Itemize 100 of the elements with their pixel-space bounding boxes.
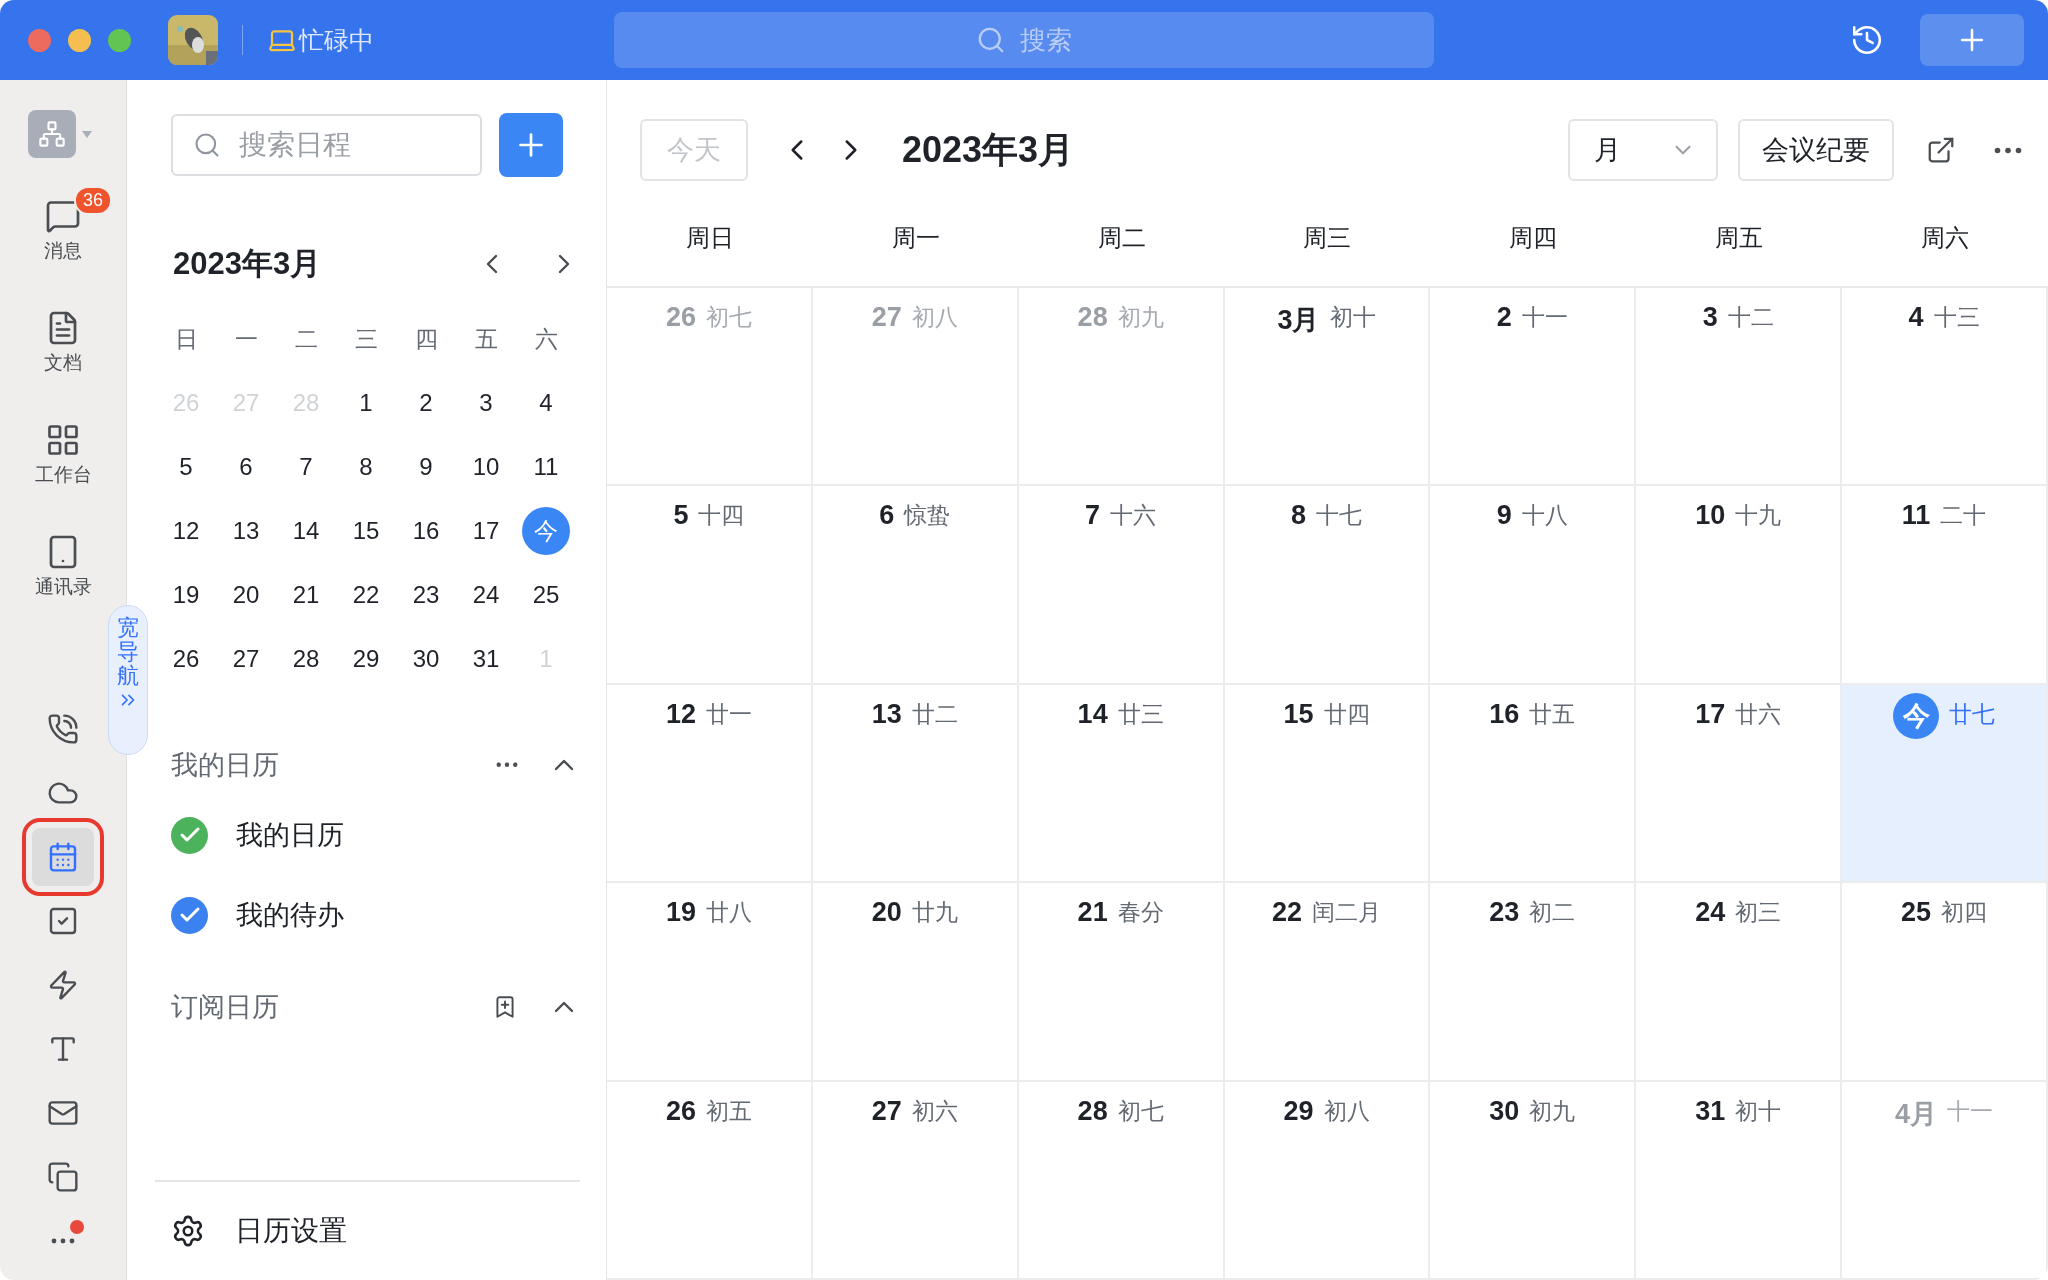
calendar-day[interactable]: 8 (342, 443, 390, 491)
calendar-day[interactable]: 30 (402, 635, 450, 683)
day-number: 今 (1893, 692, 1940, 739)
view-select[interactable]: 月 (1568, 119, 1718, 181)
more-button[interactable] (1994, 146, 2022, 154)
day-number: 17 (1695, 698, 1726, 730)
calendar-day[interactable]: 10 (462, 443, 510, 491)
calendar-day[interactable]: 29 (342, 635, 390, 683)
weekday-label: 一 (234, 324, 258, 354)
add-event-button[interactable] (499, 113, 563, 177)
calendar-day[interactable]: 2 (402, 379, 450, 427)
history-button[interactable] (1850, 23, 1884, 57)
day-number: 15 (1283, 698, 1314, 730)
calendar-day[interactable]: 22 (342, 571, 390, 619)
day-cell[interactable]: 22 闰二月 (1224, 883, 1431, 1082)
day-cell[interactable]: 21 春分 (1018, 883, 1225, 1082)
day-cell[interactable]: 24 初三 (1636, 883, 1843, 1082)
more-button[interactable] (496, 762, 518, 768)
calendar-day[interactable]: 12 (162, 507, 210, 555)
lunar-date: 十一 (1521, 303, 1568, 332)
calendar-day[interactable]: 27 (222, 635, 270, 683)
day-number: 24 (1695, 897, 1726, 929)
day-cell[interactable]: 4 十三 (1842, 288, 2048, 487)
calendar-day[interactable]: 今 (522, 507, 570, 555)
minimize-button[interactable] (68, 28, 91, 52)
calendar-day[interactable]: 31 (462, 635, 510, 683)
day-cell[interactable]: 17 廿六 (1636, 684, 1843, 884)
calendar-day[interactable]: 3 (462, 379, 510, 427)
day-cell[interactable]: 19 廿八 (607, 883, 813, 1082)
day-cell[interactable]: 10 十九 (1636, 486, 1843, 685)
calendar-day[interactable]: 21 (282, 571, 330, 619)
day-cell[interactable]: 31 初十 (1636, 1081, 1843, 1280)
calendar-day[interactable]: 23 (402, 571, 450, 619)
day-cell[interactable]: 今 廿七 (1842, 684, 2048, 884)
nav-item[interactable]: 文档 (44, 304, 82, 376)
calendar-day[interactable]: 1 (342, 379, 390, 427)
calendar-day[interactable]: 5 (162, 443, 210, 491)
day-cell[interactable]: 23 初二 (1430, 883, 1637, 1082)
day-number: 6 (879, 500, 895, 532)
day-cell[interactable]: 13 廿二 (812, 684, 1019, 884)
day-cell[interactable]: 12 廿一 (607, 684, 813, 884)
day-cell[interactable]: 9 十八 (1430, 486, 1637, 685)
day-cell[interactable]: 25 初四 (1842, 883, 2048, 1082)
lunar-date: 初四 (1941, 898, 1988, 928)
hierarchy-icon (38, 120, 66, 148)
calendar-day[interactable]: 9 (402, 443, 450, 491)
more-icon (496, 762, 518, 768)
day-cell[interactable]: 5 十四 (607, 486, 813, 685)
day-cell[interactable]: 28 初七 (1018, 1081, 1225, 1280)
nav-item[interactable]: 工作台 (34, 416, 92, 488)
day-cell[interactable]: 11 二十 (1842, 486, 2048, 685)
calendar-day[interactable]: 4 (522, 379, 570, 427)
settings-link[interactable]: 日历设置 (235, 1212, 347, 1250)
day-cell[interactable]: 6 惊蛰 (812, 486, 1019, 685)
calendar-name[interactable]: 我的待办 (236, 897, 344, 933)
calendar-day[interactable]: 24 (462, 571, 510, 619)
calendar-day[interactable]: 7 (282, 443, 330, 491)
day-cell[interactable]: 15 廿四 (1224, 684, 1431, 884)
day-cell[interactable]: 3月 初十 (1224, 288, 1431, 487)
calendar-day[interactable]: 16 (402, 507, 450, 555)
search-field[interactable]: 搜索日程 (171, 114, 482, 176)
calendar-day[interactable]: 19 (162, 571, 210, 619)
day-cell[interactable]: 2 十一 (1430, 288, 1637, 487)
wide-nav-toggle[interactable]: 宽导航 (108, 605, 148, 755)
weekday-label: 三 (354, 324, 378, 354)
calendar-day[interactable]: 15 (342, 507, 390, 555)
calendar-day[interactable]: 6 (222, 443, 270, 491)
day-cell[interactable]: 26 初五 (607, 1081, 813, 1280)
lunar-date: 十三 (1933, 303, 1980, 332)
checkbox[interactable] (171, 896, 208, 934)
calendar-name[interactable]: 我的日历 (236, 817, 344, 853)
day-cell[interactable]: 20 廿九 (812, 883, 1019, 1082)
calendar-day[interactable]: 26 (162, 635, 210, 683)
checkbox[interactable] (171, 816, 208, 854)
day-cell[interactable]: 27 初六 (812, 1081, 1019, 1280)
day-cell[interactable]: 29 初八 (1224, 1081, 1431, 1280)
share-button[interactable] (1926, 135, 1956, 165)
calendar-day[interactable]: 14 (282, 507, 330, 555)
phone-icon (47, 713, 79, 745)
day-number: 5 (673, 500, 689, 532)
day-number: 31 (1695, 1095, 1726, 1127)
day-cell[interactable]: 30 初九 (1430, 1081, 1637, 1280)
day-cell[interactable]: 16 廿五 (1430, 684, 1637, 884)
calendar-day[interactable]: 20 (222, 571, 270, 619)
calendar-icon (47, 841, 79, 873)
lunar-date: 廿七 (1949, 699, 1996, 729)
day-cell[interactable]: 14 廿三 (1018, 684, 1225, 884)
calendar-day[interactable]: 28 (282, 635, 330, 683)
calendar-day[interactable]: 25 (522, 571, 570, 619)
day-cell[interactable]: 3 十二 (1636, 288, 1843, 487)
meeting-minutes-button[interactable]: 会议纪要 (1738, 119, 1894, 181)
calendar-day[interactable]: 17 (462, 507, 510, 555)
day-cell[interactable]: 8 十七 (1224, 486, 1431, 685)
calendar-day[interactable]: 11 (522, 443, 570, 491)
status-text[interactable]: 忙碌中 (299, 23, 374, 57)
caret-icon (82, 130, 92, 138)
nav-item[interactable]: 通讯录 (34, 528, 92, 600)
day-number: 29 (1283, 1095, 1314, 1127)
calendar-day[interactable]: 13 (222, 507, 270, 555)
day-cell[interactable]: 7 十六 (1018, 486, 1225, 685)
